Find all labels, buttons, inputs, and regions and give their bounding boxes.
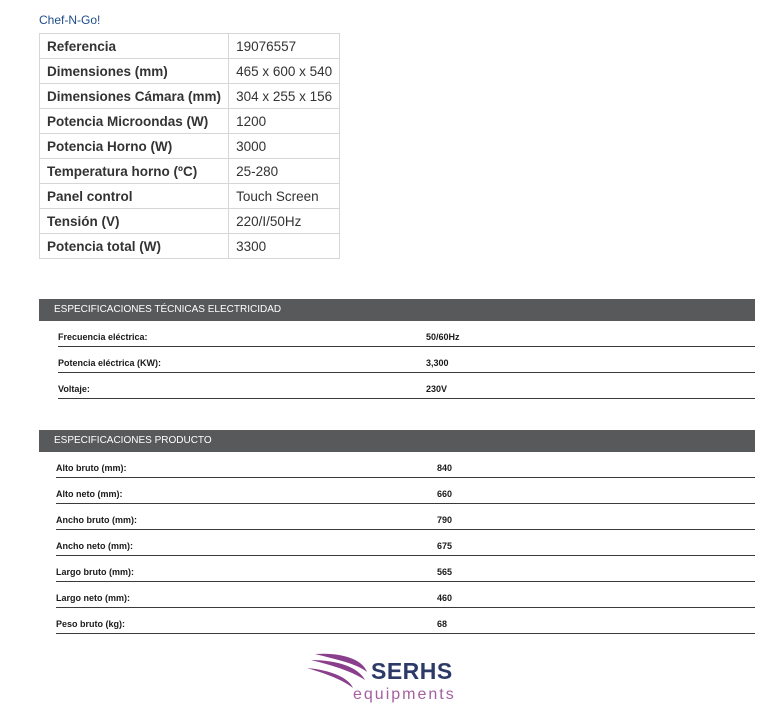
product-row-value: 675 [437, 541, 453, 551]
spec-value: 25-280 [228, 158, 341, 184]
product-spec-section: ESPECIFICACIONES PRODUCTO Alto bruto (mm… [39, 430, 755, 634]
electricity-row-label: Potencia eléctrica (KW): [58, 358, 162, 368]
spec-row: Dimensiones (mm) 465 x 600 x 540 [38, 58, 341, 84]
spec-table-body: Referencia 19076557 Dimensiones (mm) 465 x … [38, 33, 341, 259]
spec-value: 19076557 [228, 33, 341, 59]
electricity-row: Potencia eléctrica (KW): 3,300 [58, 347, 755, 373]
electricity-rows: Frecuencia eléctrica: 50/60Hz Potencia elé… [39, 321, 755, 399]
spec-label: Temperatura horno (ºC) [38, 158, 230, 184]
product-rows: Alto bruto (mm): 840 Alto neto (mm): 660 Anc… [39, 452, 755, 634]
spec-table: Referencia 19076557 Dimensiones (mm) 465 x … [38, 33, 341, 259]
product-row: Largo neto (mm): 460 [56, 582, 755, 608]
product-row: Ancho bruto (mm): 790 [56, 504, 755, 530]
spec-value: 3300 [228, 233, 341, 259]
product-row-value: 460 [437, 593, 453, 603]
electricity-row-label: Voltaje: [58, 384, 90, 394]
product-row-label: Alto bruto (mm): [56, 463, 127, 473]
serhs-logo: SERHS equipments [305, 648, 465, 708]
spec-row: Potencia Microondas (W) 1200 [38, 108, 341, 134]
spec-value: Touch Screen [228, 183, 341, 209]
spec-label: Potencia total (W) [38, 233, 230, 259]
product-row-label: Peso bruto (kg): [56, 619, 125, 629]
spec-value: 465 x 600 x 540 [228, 58, 341, 84]
product-row: Largo bruto (mm): 565 [56, 556, 755, 582]
electricity-row-label: Frecuencia eléctrica: [58, 332, 148, 342]
product-row: Alto bruto (mm): 840 [56, 452, 755, 478]
product-row-label: Ancho bruto (mm): [56, 515, 137, 525]
product-row: Ancho neto (mm): 675 [56, 530, 755, 556]
electricity-row: Frecuencia eléctrica: 50/60Hz [58, 321, 755, 347]
spec-label: Panel control [38, 183, 230, 209]
product-row: Alto neto (mm): 660 [56, 478, 755, 504]
product-row-value: 565 [437, 567, 453, 577]
swoosh-icon [307, 653, 367, 688]
spec-value: 220/I/50Hz [228, 208, 341, 234]
electricity-spec-section: ESPECIFICACIONES TÉCNICAS ELECTRICIDAD F… [39, 299, 755, 399]
electricity-row: Voltaje: 230V [58, 373, 755, 399]
product-row-label: Largo neto (mm): [56, 593, 130, 603]
spec-row: Panel control Touch Screen [38, 183, 341, 209]
product-row-value: 68 [437, 619, 448, 629]
spec-row: Potencia Horno (W) 3000 [38, 133, 341, 159]
product-row-value: 790 [437, 515, 453, 525]
spec-label: Dimensiones Cámara (mm) [38, 83, 230, 109]
spec-value: 304 x 255 x 156 [228, 83, 341, 109]
product-row-label: Alto neto (mm): [56, 489, 123, 499]
spec-value: 1200 [228, 108, 341, 134]
electricity-row-value: 230V [426, 384, 448, 394]
spec-value: 3000 [228, 133, 341, 159]
product-row-value: 840 [437, 463, 453, 473]
spec-label: Referencia [38, 33, 230, 59]
logo-subtitle: equipments [353, 686, 456, 703]
product-section-header: ESPECIFICACIONES PRODUCTO [39, 430, 755, 452]
spec-label: Potencia Horno (W) [38, 133, 230, 159]
product-row-label: Largo bruto (mm): [56, 567, 134, 577]
electricity-section-header: ESPECIFICACIONES TÉCNICAS ELECTRICIDAD [39, 299, 755, 321]
spec-row: Tensión (V) 220/I/50Hz [38, 208, 341, 234]
product-row-value: 660 [437, 489, 453, 499]
electricity-row-value: 50/60Hz [426, 332, 460, 342]
electricity-row-value: 3,300 [426, 358, 449, 368]
product-row: Peso bruto (kg): 68 [56, 608, 755, 634]
spec-label: Tensión (V) [38, 208, 230, 234]
spec-row: Referencia 19076557 [38, 33, 341, 59]
spec-row: Dimensiones Cámara (mm) 304 x 255 x 156 [38, 83, 341, 109]
spec-row: Potencia total (W) 3300 [38, 233, 341, 259]
logo-name: SERHS [371, 658, 453, 684]
spec-label: Dimensiones (mm) [38, 58, 230, 84]
brand-link[interactable]: Chef-N-Go! [39, 13, 100, 27]
spec-row: Temperatura horno (ºC) 25-280 [38, 158, 341, 184]
product-row-label: Ancho neto (mm): [56, 541, 133, 551]
spec-label: Potencia Microondas (W) [38, 108, 230, 134]
